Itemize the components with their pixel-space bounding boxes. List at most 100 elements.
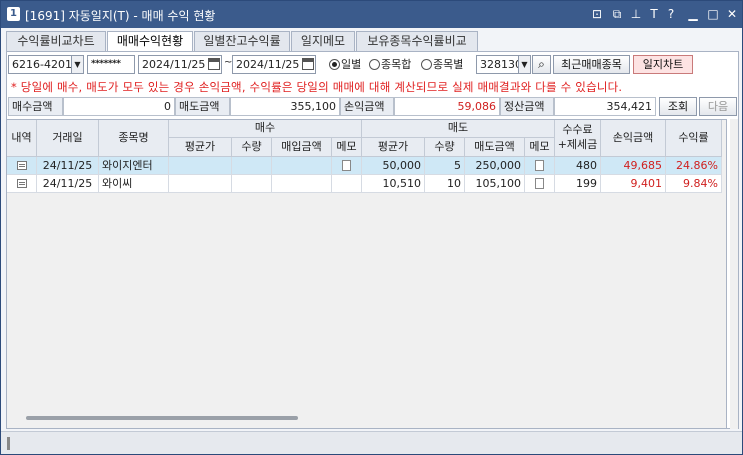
horizontal-scrollbar[interactable]: [26, 416, 298, 420]
detail-icon[interactable]: [7, 157, 37, 175]
radio-per-stock[interactable]: 종목별: [421, 55, 463, 74]
tab-trade-profit[interactable]: 매매수익현황: [107, 31, 193, 52]
profit-loss-label: 손익금액: [340, 97, 394, 116]
pin-icon[interactable]: ⊥: [628, 6, 644, 22]
table-row-buy-amount: [272, 175, 332, 193]
table-row-buy-qty: [232, 157, 272, 175]
stock-code-value: 328130: [480, 58, 522, 71]
font-icon[interactable]: T: [646, 6, 662, 22]
date-from-value: 2024/11/25: [142, 58, 206, 71]
query-button[interactable]: 조회: [659, 97, 697, 116]
date-to-value: 2024/11/25: [236, 58, 300, 71]
detail-icon-glyph: [16, 179, 27, 188]
table-row-buy-amount: [272, 157, 332, 175]
profit-loss-value: 59,086: [394, 97, 500, 116]
header-sell-memo[interactable]: 메모: [525, 138, 555, 157]
maximize-icon[interactable]: □: [705, 6, 721, 22]
table-row-sell-avg: 50,000: [362, 157, 425, 175]
header-sell-group: 매도: [362, 120, 555, 138]
memo-icon: [342, 160, 351, 171]
table-row-buy-qty: [232, 175, 272, 193]
table-row-buy-avg: [169, 157, 232, 175]
grip-icon[interactable]: [7, 437, 10, 450]
buy-amount-value: 0: [63, 97, 175, 116]
radio-dot-icon: [329, 59, 340, 70]
sell-memo-icon[interactable]: [525, 157, 555, 175]
vertical-scrollbar[interactable]: [730, 119, 738, 429]
main-window: 1 [1691] 자동일지(T) - 매매 수익 현황 ⊡ ⧉ ⊥ T ? ▁ …: [0, 0, 743, 455]
radio-daily[interactable]: 일별: [329, 55, 361, 74]
buy-memo-icon[interactable]: [332, 157, 362, 175]
chevron-down-icon[interactable]: ▼: [518, 56, 530, 73]
radio-dot-icon: [421, 59, 432, 70]
title-bar: 1 [1691] 자동일지(T) - 매매 수익 현황 ⊡ ⧉ ⊥ T ? ▁ …: [1, 1, 742, 28]
tile-icon[interactable]: ⧉: [609, 6, 625, 22]
header-sell-amount[interactable]: 매도금액: [465, 138, 525, 157]
sell-memo-icon[interactable]: [525, 175, 555, 193]
table-row-fee: 480: [555, 157, 601, 175]
tab-return-chart[interactable]: 수익률비교차트: [6, 31, 106, 52]
journal-chart-button[interactable]: 일지차트: [633, 55, 693, 74]
date-to-field[interactable]: 2024/11/25: [232, 55, 316, 74]
buy-memo-icon[interactable]: [332, 175, 362, 193]
memo-edit-icon: [535, 160, 544, 171]
header-profit-loss[interactable]: 손익금액: [601, 120, 666, 157]
minimize-icon[interactable]: ▁: [685, 6, 701, 22]
header-buy-amount[interactable]: 매입금액: [272, 138, 332, 157]
table-row-name[interactable]: 와이씨: [99, 175, 169, 193]
stock-code-select[interactable]: 328130 ▼: [476, 55, 531, 74]
password-field[interactable]: *******: [87, 55, 135, 74]
table-row-sell-qty: 5: [425, 157, 465, 175]
table-row-date[interactable]: 24/11/25: [37, 175, 99, 193]
date-from-field[interactable]: 2024/11/25: [138, 55, 222, 74]
table-row-date[interactable]: 24/11/25: [37, 157, 99, 175]
table-row-sell-avg: 10,510: [362, 175, 425, 193]
tab-daily-balance[interactable]: 일별잔고수익률: [194, 31, 290, 52]
table-row-return-rate: 24.86%: [666, 157, 722, 175]
header-sell-qty[interactable]: 수량: [425, 138, 465, 157]
tab-journal-memo[interactable]: 일지메모: [291, 31, 355, 52]
trade-table: 내역 거래일 종목명 매수 매도 수수료 +제세금 손익금액 수익률 평균가 수…: [6, 119, 727, 429]
table-row-sell-qty: 10: [425, 175, 465, 193]
header-fee-line2: +제세금: [557, 138, 598, 151]
table-row-name[interactable]: 와이지엔터: [99, 157, 169, 175]
settlement-label: 정산금액: [500, 97, 554, 116]
account-select[interactable]: 6216-4201 ▼: [8, 55, 84, 74]
calendar-icon[interactable]: [302, 58, 314, 70]
radio-per-stock-label: 종목별: [433, 58, 464, 71]
header-buy-qty[interactable]: 수량: [232, 138, 272, 157]
header-date[interactable]: 거래일: [37, 120, 99, 157]
help-icon[interactable]: ?: [663, 6, 679, 22]
table-row-buy-avg: [169, 175, 232, 193]
search-icon[interactable]: ⌕: [532, 55, 551, 74]
radio-daily-label: 일별: [341, 58, 362, 71]
recent-trades-button[interactable]: 최근매매종목: [553, 55, 630, 74]
header-buy-avg[interactable]: 평균가: [169, 138, 232, 157]
calendar-icon[interactable]: [208, 58, 220, 70]
header-fee[interactable]: 수수료 +제세금: [555, 120, 601, 157]
detail-icon[interactable]: [7, 175, 37, 193]
link-icon[interactable]: ⊡: [589, 6, 605, 22]
radio-stock-sum[interactable]: 종목합: [369, 55, 411, 74]
header-return-rate[interactable]: 수익률: [666, 120, 722, 157]
header-detail[interactable]: 내역: [7, 120, 37, 157]
close-icon[interactable]: ✕: [724, 6, 740, 22]
table-row-fee: 199: [555, 175, 601, 193]
chevron-down-icon[interactable]: ▼: [71, 56, 83, 73]
window-title: [1691] 자동일지(T) - 매매 수익 현황: [25, 9, 216, 23]
buy-amount-label: 매수금액: [8, 97, 63, 116]
radio-dot-icon: [369, 59, 380, 70]
sell-amount-label: 매도금액: [175, 97, 230, 116]
settlement-value: 354,421: [554, 97, 656, 116]
status-bar: [1, 431, 742, 454]
table-row-sell-amount: 105,100: [465, 175, 525, 193]
next-button[interactable]: 다음: [699, 97, 737, 116]
memo-edit-icon: [535, 178, 544, 189]
header-fee-line1: 수수료: [562, 123, 593, 136]
detail-icon-glyph: [16, 161, 27, 170]
header-sell-avg[interactable]: 평균가: [362, 138, 425, 157]
radio-stock-sum-label: 종목합: [381, 58, 412, 71]
header-name[interactable]: 종목명: [99, 120, 169, 157]
tab-holding-compare[interactable]: 보유종목수익률비교: [356, 31, 478, 52]
header-buy-memo[interactable]: 메모: [332, 138, 362, 157]
